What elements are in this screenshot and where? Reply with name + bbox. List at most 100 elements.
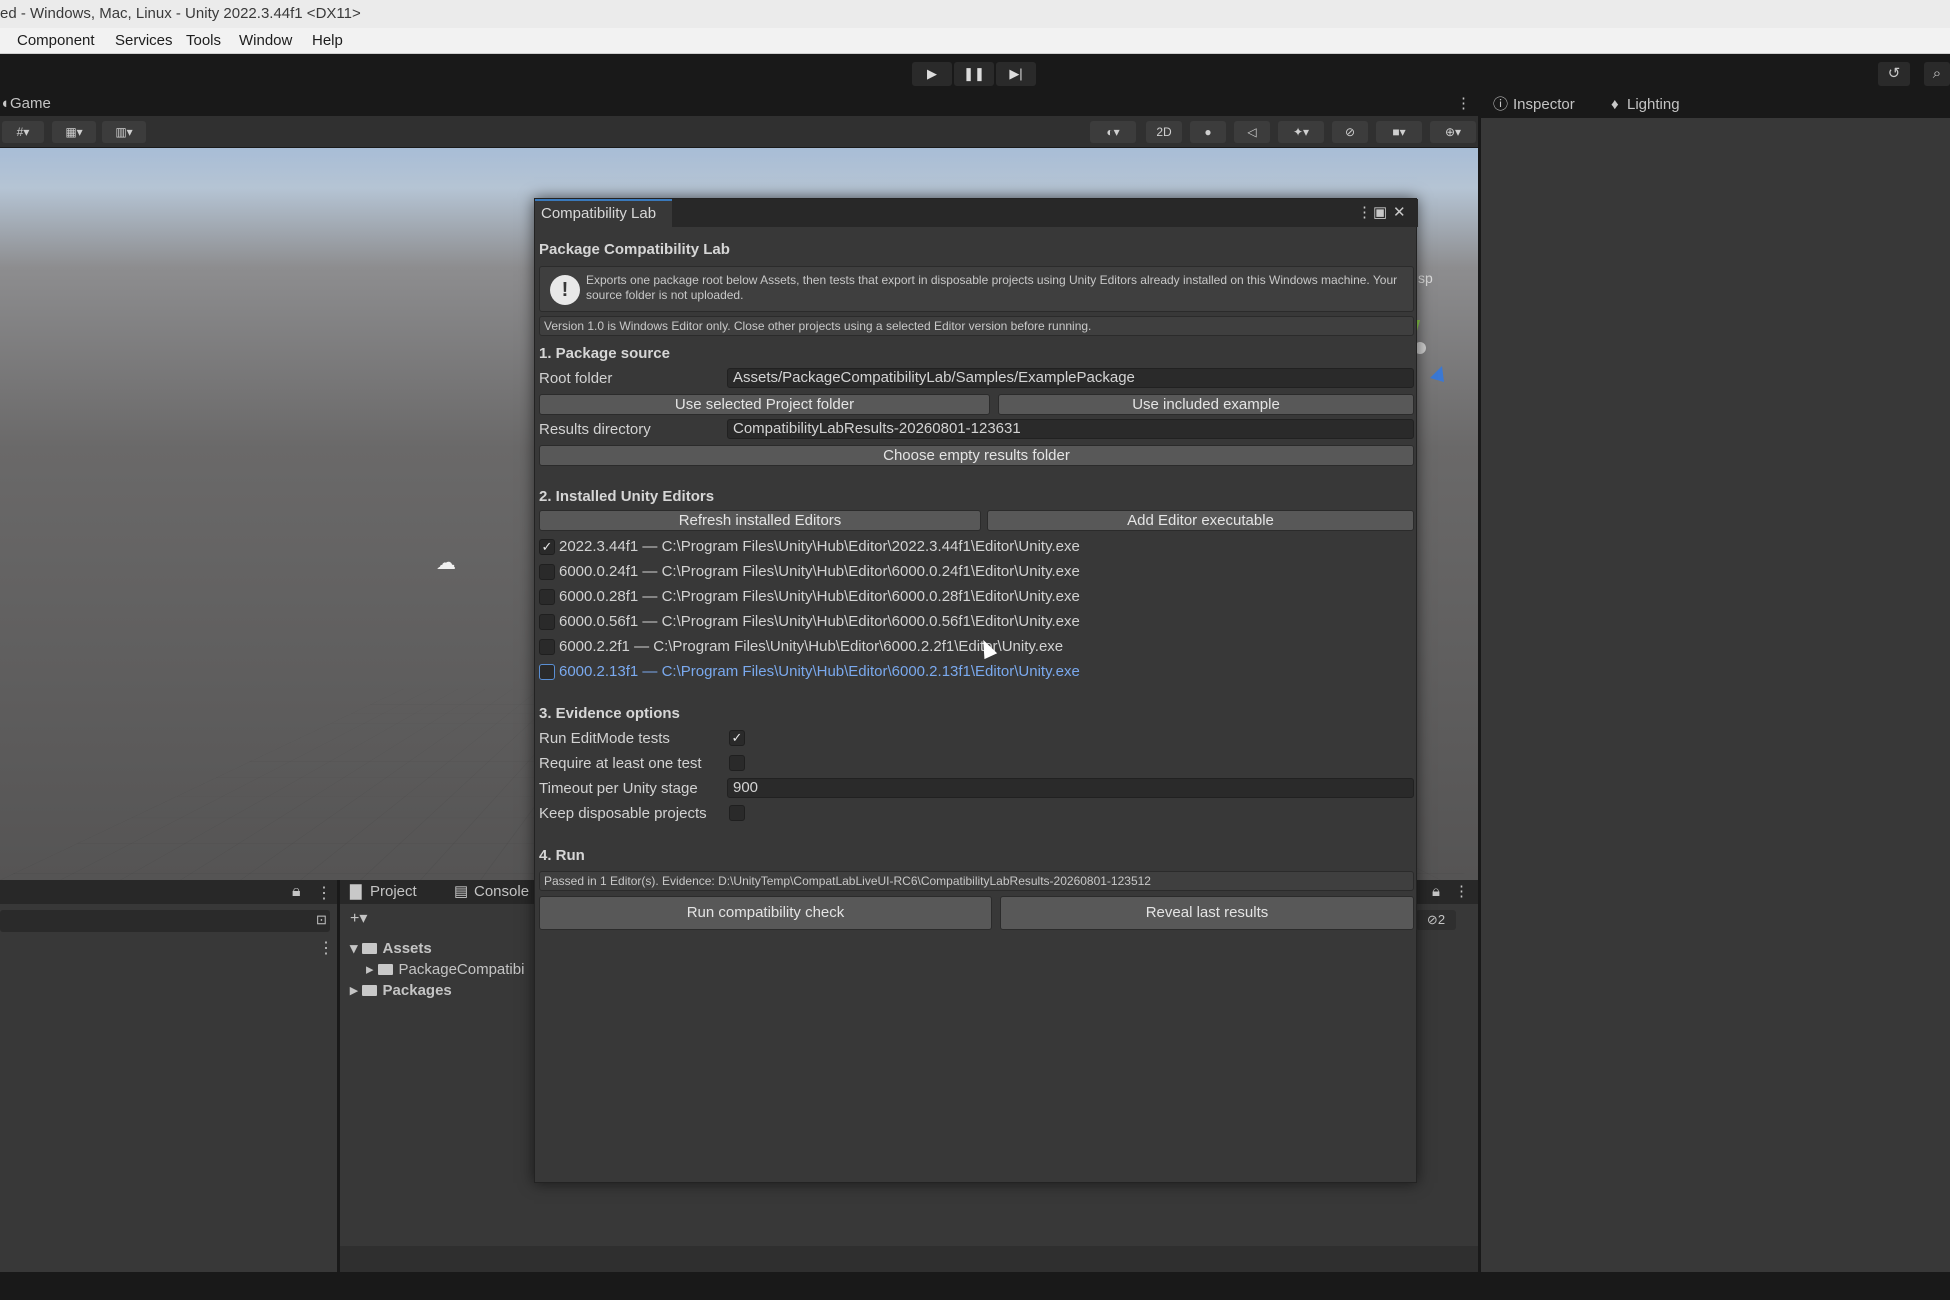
grid-snap-icon[interactable]: #▾: [2, 121, 44, 143]
tab-game[interactable]: Game: [10, 92, 51, 116]
editor-row-4[interactable]: 6000.0.56f1 — C:\Program Files\Unity\Hub…: [559, 612, 1080, 632]
tab-menu-icon[interactable]: ⋮: [1456, 92, 1471, 116]
gizmos-icon[interactable]: ⊕▾: [1430, 121, 1476, 143]
tree-item-assets[interactable]: ▾ Assets: [350, 938, 524, 959]
section-package-source: 1. Package source: [539, 345, 670, 362]
inspector-tabs: ⓘ Inspector ♦ Lighting: [1481, 92, 1950, 118]
tree-item-packages[interactable]: ▸ Packages: [350, 980, 524, 1001]
scene-tab-bar: ◖ Game ⋮: [0, 92, 1478, 116]
editor-checkbox-1[interactable]: ✓: [539, 539, 555, 555]
help-text: Exports one package root below Assets, t…: [586, 273, 1398, 302]
hierarchy-menu-icon[interactable]: ⋮: [318, 938, 334, 958]
project-menu-icon[interactable]: ⋮: [1454, 880, 1469, 904]
editor-checkbox-4[interactable]: [539, 614, 555, 630]
editor-row-2[interactable]: 6000.0.24f1 — C:\Program Files\Unity\Hub…: [559, 562, 1080, 582]
run-compatibility-button[interactable]: Run compatibility check: [539, 896, 992, 930]
directional-light-icon[interactable]: ☁: [436, 550, 456, 575]
search-icon[interactable]: ⌕: [1924, 62, 1950, 86]
expand-arrow-icon[interactable]: ▾: [350, 940, 358, 957]
folder-icon: [361, 985, 377, 996]
refresh-editors-button[interactable]: Refresh installed Editors: [539, 510, 981, 531]
menu-window[interactable]: Window: [239, 28, 292, 54]
project-tree: ▾ Assets ▸ PackageCompatibi ▸ Packages: [350, 938, 524, 1001]
help-box: ! Exports one package root below Assets,…: [539, 266, 1414, 312]
root-folder-label: Root folder: [539, 370, 613, 387]
require-test-checkbox[interactable]: [729, 755, 745, 771]
scene-side-label: sp: [1418, 270, 1433, 286]
tab-lighting[interactable]: Lighting: [1627, 92, 1680, 118]
editor-row-3[interactable]: 6000.0.28f1 — C:\Program Files\Unity\Hub…: [559, 587, 1080, 607]
project-footer: [340, 1246, 1478, 1272]
dialog-heading: Package Compatibility Lab: [539, 241, 730, 258]
editor-row-6[interactable]: 6000.2.13f1 — C:\Program Files\Unity\Hub…: [559, 662, 1080, 682]
editor-checkbox-2[interactable]: [539, 564, 555, 580]
tab-console[interactable]: Console: [474, 880, 529, 904]
history-icon[interactable]: ↺: [1878, 62, 1910, 86]
tree-item-label: PackageCompatibi: [398, 961, 525, 978]
play-icon[interactable]: ▶: [912, 62, 952, 86]
menu-services[interactable]: Services: [115, 28, 173, 54]
section-installed-editors: 2. Installed Unity Editors: [539, 488, 715, 505]
collapsed-arrow-icon[interactable]: ▸: [366, 961, 374, 978]
step-icon[interactable]: ▶|: [996, 62, 1036, 86]
camera-icon[interactable]: ■▾: [1376, 121, 1422, 143]
toggle-2d-button[interactable]: 2D: [1146, 121, 1182, 143]
root-folder-field[interactable]: Assets/PackageCompatibilityLab/Samples/E…: [727, 368, 1414, 388]
hierarchy-tabs: 🔒︎ ⋮: [0, 880, 337, 904]
lighting-toggle-icon[interactable]: ●: [1190, 121, 1226, 143]
close-icon[interactable]: ✕: [1393, 203, 1406, 221]
use-selected-folder-button[interactable]: Use selected Project folder: [539, 394, 990, 415]
keep-projects-checkbox[interactable]: [729, 805, 745, 821]
scene-toolbar: #▾ ▦▾ ▥▾ ◐▾ 2D ● ◁ ✦▾ ⊘ ■▾ ⊕▾: [0, 116, 1478, 148]
shading-mode-icon[interactable]: ◐▾: [1090, 121, 1136, 143]
hidden-count: 2: [1437, 912, 1446, 927]
warning-icon: !: [550, 275, 580, 305]
tree-item-packagecompat[interactable]: ▸ PackageCompatibi: [350, 959, 524, 980]
tab-project[interactable]: Project: [370, 880, 417, 904]
version-note: Version 1.0 is Windows Editor only. Clos…: [539, 316, 1414, 336]
results-directory-field[interactable]: CompatibilityLabResults-20260801-123631: [727, 419, 1414, 439]
add-editor-button[interactable]: Add Editor executable: [987, 510, 1414, 531]
grid-visibility-icon[interactable]: ▦▾: [52, 121, 96, 143]
audio-toggle-icon[interactable]: ◁: [1234, 121, 1270, 143]
maximize-icon[interactable]: ▣: [1373, 203, 1387, 221]
editor-checkbox-3[interactable]: [539, 589, 555, 605]
timeout-label: Timeout per Unity stage: [539, 780, 698, 797]
effects-icon[interactable]: ✦▾: [1278, 121, 1324, 143]
create-plus-icon[interactable]: +▾: [350, 908, 367, 928]
section-evidence-options: 3. Evidence options: [539, 705, 680, 722]
menu-component[interactable]: Component: [17, 28, 95, 54]
increment-snap-icon[interactable]: ▥▾: [102, 121, 146, 143]
inspector-panel: ⓘ Inspector ♦ Lighting: [1480, 92, 1950, 1272]
hidden-objects-icon[interactable]: ⊘: [1332, 121, 1368, 143]
tab-compatibility-lab[interactable]: Compatibility Lab: [535, 199, 673, 227]
tree-item-label: Packages: [382, 982, 452, 999]
keep-projects-label: Keep disposable projects: [539, 805, 707, 822]
editor-row-1[interactable]: 2022.3.44f1 — C:\Program Files\Unity\Hub…: [559, 537, 1080, 557]
results-directory-label: Results directory: [539, 421, 651, 438]
editor-checkbox-5[interactable]: [539, 639, 555, 655]
menu-tools[interactable]: Tools: [186, 28, 221, 54]
folder-tab-icon: ▇: [350, 883, 362, 900]
run-status: Passed in 1 Editor(s). Evidence: D:\Unit…: [539, 871, 1414, 891]
pause-icon[interactable]: ❚❚: [954, 62, 994, 86]
editor-checkbox-6[interactable]: [539, 664, 555, 680]
use-example-button[interactable]: Use included example: [998, 394, 1414, 415]
dialog-menu-icon[interactable]: ⋮: [1357, 203, 1372, 221]
project-lock-icon[interactable]: 🔒︎: [1432, 880, 1440, 904]
timeout-field[interactable]: 900: [727, 778, 1414, 798]
reveal-results-button[interactable]: Reveal last results: [1000, 896, 1414, 930]
search-scope-icon[interactable]: ⊡: [316, 912, 327, 928]
run-editmode-checkbox[interactable]: ✓: [729, 730, 745, 746]
lock-icon[interactable]: 🔒︎: [292, 883, 301, 901]
eye-off-icon: ⊘: [1426, 912, 1438, 927]
tab-inspector[interactable]: Inspector: [1513, 92, 1575, 118]
console-icon: ▤: [454, 883, 469, 900]
status-bar: [0, 1272, 1950, 1300]
panel-menu-icon[interactable]: ⋮: [316, 883, 332, 903]
hierarchy-search-input[interactable]: [0, 910, 330, 932]
choose-results-button[interactable]: Choose empty results folder: [539, 445, 1414, 466]
menu-help[interactable]: Help: [312, 28, 343, 54]
hidden-packages-badge[interactable]: ⊘2: [1416, 910, 1456, 930]
collapsed-arrow-icon[interactable]: ▸: [350, 982, 358, 999]
